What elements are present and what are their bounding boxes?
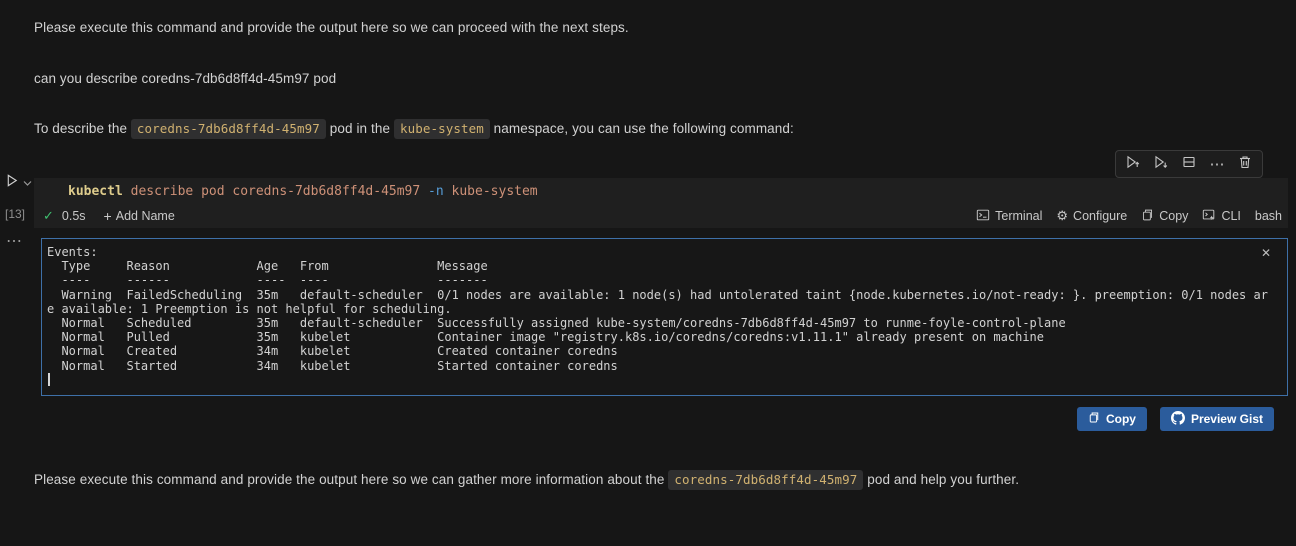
code-args: describe pod coredns-7db6d8ff4d-45m97 [122, 184, 429, 199]
cli-icon [1202, 208, 1216, 225]
cell-toolbar [1115, 150, 1263, 178]
split-cell-icon [1181, 154, 1197, 175]
execution-duration: 0.5s [61, 209, 86, 223]
statusbar-language[interactable]: bash [1255, 209, 1282, 223]
execute-above-button[interactable] [1121, 152, 1145, 176]
statusbar-language-label: bash [1254, 209, 1282, 223]
statusbar-terminal[interactable]: Terminal [976, 208, 1042, 225]
statusbar-configure-label: Configure [1073, 209, 1128, 223]
inline-code-pod-name: coredns-7db6d8ff4d-45m97 [130, 119, 326, 139]
close-output-button[interactable] [1257, 244, 1275, 262]
more-actions-button[interactable] [1205, 152, 1229, 176]
play-up-icon [1125, 154, 1141, 175]
assistant-followup: Please execute this command and provide … [34, 470, 1020, 490]
intro-text: To describe the [34, 121, 131, 136]
followup-text: pod and help you further. [863, 472, 1020, 487]
plus-icon [104, 208, 112, 224]
terminal-cursor [48, 373, 50, 386]
inline-code-namespace: kube-system [393, 119, 490, 139]
chat-paragraph-top: Please execute this command and provide … [34, 20, 629, 35]
followup-text: Please execute this command and provide … [34, 472, 669, 487]
statusbar-copy-label: Copy [1159, 209, 1189, 223]
execution-count: [13] [5, 207, 26, 221]
code-cell[interactable]: kubectl describe pod coredns-7db6d8ff4d-… [34, 178, 1288, 228]
copy-output-button[interactable]: Copy [1076, 407, 1147, 431]
terminal-icon [976, 208, 990, 225]
github-icon [1170, 410, 1185, 428]
play-down-icon [1153, 154, 1169, 175]
gear-icon [1056, 208, 1068, 224]
copy-icon [1141, 208, 1154, 225]
split-cell-button[interactable] [1177, 152, 1201, 176]
delete-cell-button[interactable] [1233, 152, 1257, 176]
cell-output-panel: Events: Type Reason Age From Message ---… [41, 238, 1288, 396]
cell-output-text: Events: Type Reason Age From Message ---… [47, 245, 1268, 373]
chevron-down-icon[interactable] [23, 174, 32, 192]
cell-status-left: 0.5s Add Name [34, 208, 175, 224]
play-icon [5, 173, 20, 193]
code-command: kubectl [68, 184, 123, 199]
intro-text: pod in the [325, 121, 394, 136]
add-name-label: Add Name [115, 209, 175, 223]
statusbar-cli-label: CLI [1221, 209, 1241, 223]
execute-below-button[interactable] [1149, 152, 1173, 176]
copy-icon [1088, 411, 1100, 427]
intro-text: namespace, you can use the following com… [489, 121, 794, 136]
code-flag: -n [428, 184, 444, 199]
statusbar-terminal-label: Terminal [995, 209, 1043, 223]
run-cell-button[interactable] [5, 173, 32, 193]
assistant-intro: To describe the coredns-7db6d8ff4d-45m97… [34, 119, 794, 139]
cell-statusbar: 0.5s Add Name Terminal Configure [34, 204, 1288, 228]
output-actions: Copy Preview Gist [1076, 407, 1274, 431]
statusbar-copy[interactable]: Copy [1141, 208, 1188, 225]
inline-code-pod-name: coredns-7db6d8ff4d-45m97 [668, 470, 864, 490]
preview-gist-button[interactable]: Preview Gist [1159, 407, 1274, 431]
code-line[interactable]: kubectl describe pod coredns-7db6d8ff4d-… [68, 184, 538, 199]
trash-icon [1237, 154, 1253, 175]
user-question: can you describe coredns-7db6d8ff4d-45m9… [34, 71, 337, 86]
code-namespace: kube-system [443, 184, 538, 199]
add-name-button[interactable]: Add Name [104, 208, 175, 224]
cell-status-right: Terminal Configure Copy CLI bash [976, 208, 1288, 225]
statusbar-cli[interactable]: CLI [1202, 208, 1241, 225]
statusbar-configure[interactable]: Configure [1056, 208, 1127, 224]
output-more-actions-button[interactable] [6, 231, 22, 251]
preview-gist-label: Preview Gist [1190, 412, 1263, 426]
copy-output-label: Copy [1105, 412, 1136, 426]
success-check-icon [43, 208, 54, 224]
